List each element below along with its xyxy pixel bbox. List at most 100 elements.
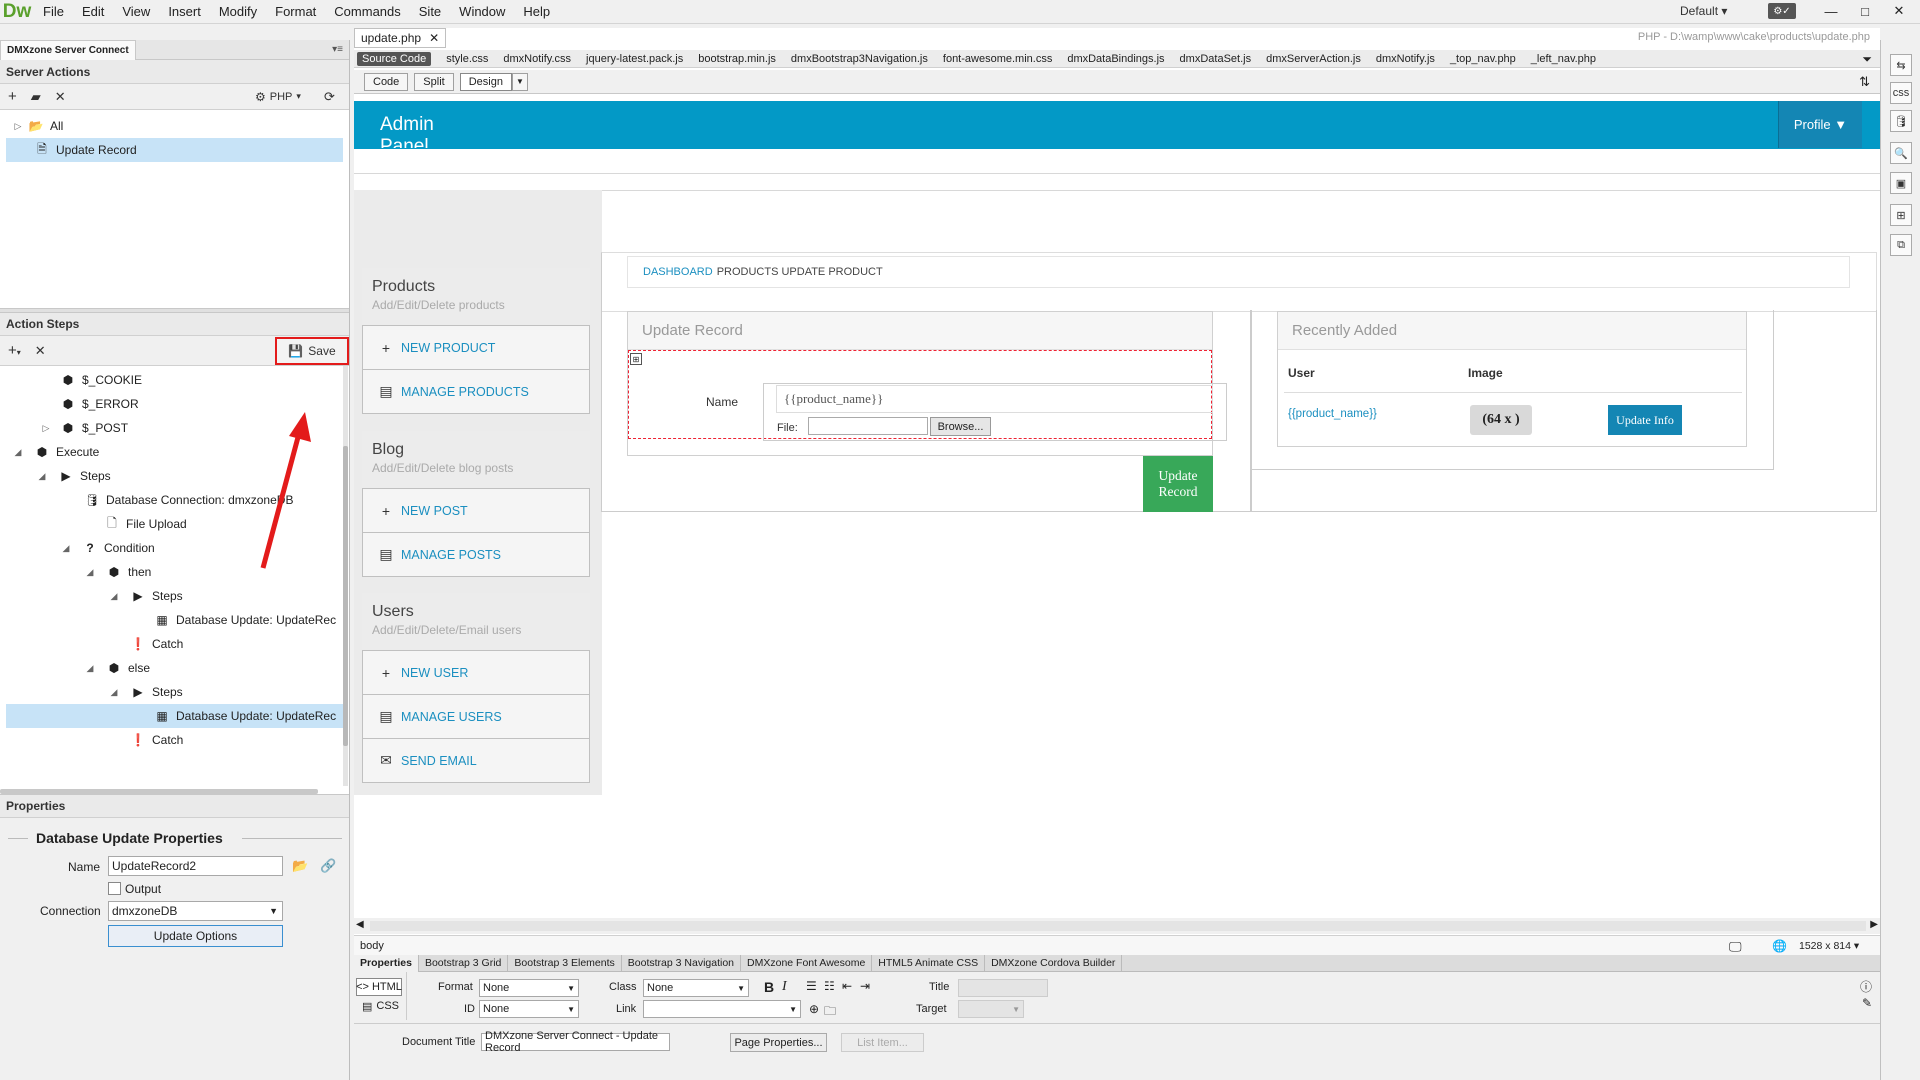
window-size[interactable]: 1528 x 814 ▾ (1799, 940, 1859, 952)
folder-icon[interactable]: ▰ (31, 89, 41, 105)
browse-button[interactable]: Browse... (930, 417, 991, 436)
name-input[interactable]: UpdateRecord2 (108, 856, 283, 876)
menu-window[interactable]: Window (450, 4, 514, 19)
html-mode-button[interactable]: <> HTML (356, 978, 402, 996)
expand-arrow-icon[interactable]: ▷ (36, 423, 56, 434)
related-file[interactable]: dmxDataBindings.js (1067, 53, 1164, 65)
add-icon[interactable]: + (8, 88, 17, 105)
folder-open-icon[interactable]: 📂 (292, 858, 308, 874)
sort-icon[interactable]: ⇅ (1859, 74, 1870, 90)
split-view-button[interactable]: Split (414, 72, 454, 91)
link-icon[interactable]: 🔗 (320, 858, 336, 874)
nav-link-send-email[interactable]: ✉ SEND EMAIL (362, 738, 590, 783)
dom-panel-icon[interactable]: ⊞ (1890, 204, 1912, 226)
related-file[interactable]: dmxNotify.css (503, 53, 571, 65)
update-info-button[interactable]: Update Info (1608, 405, 1682, 435)
related-file[interactable]: font-awesome.min.css (943, 53, 1052, 65)
maximize-icon[interactable]: □ (1848, 0, 1882, 22)
update-record-submit-button[interactable]: Update Record (1143, 456, 1213, 512)
page-properties-button[interactable]: Page Properties... (730, 1033, 827, 1052)
output-checkbox[interactable] (108, 882, 121, 895)
scroll-left-icon[interactable]: ◀ (356, 919, 364, 930)
nav-link-new-user[interactable]: + NEW USER (362, 650, 590, 695)
bold-icon[interactable]: B (764, 979, 774, 995)
refresh-icon[interactable]: ⟳ (324, 89, 335, 105)
expand-arrow-icon[interactable]: ▷ (12, 121, 24, 132)
tab-bootstrap-navigation[interactable]: Bootstrap 3 Navigation (622, 954, 742, 972)
tree-step-selected[interactable]: ▦ Database Update: UpdateRec (6, 704, 344, 728)
related-file[interactable]: _left_nav.php (1531, 53, 1596, 65)
id-select[interactable]: None ▼ (479, 1000, 579, 1018)
tree-step[interactable]: 🛢 Database Connection: dmxzoneDB (0, 488, 349, 512)
related-file[interactable]: bootstrap.min.js (698, 53, 776, 65)
collapse-arrow-icon[interactable]: ◢ (108, 687, 120, 698)
css-mode-button[interactable]: ▤ CSS (362, 1000, 399, 1013)
assets-panel-icon[interactable]: ▣ (1890, 172, 1912, 194)
target-select[interactable]: ▼ (958, 1000, 1024, 1018)
tab-bootstrap-elements[interactable]: Bootstrap 3 Elements (508, 954, 622, 972)
collapse-arrow-icon[interactable]: ◢ (84, 663, 96, 674)
nav-link-manage-products[interactable]: ▤ MANAGE PRODUCTS (362, 369, 590, 414)
document-title-input[interactable]: DMXzone Server Connect - Update Record (481, 1030, 670, 1054)
help-icon[interactable]: ⓘ (1860, 978, 1872, 995)
browse-folder-icon[interactable]: 🗀 (824, 1002, 836, 1023)
css-panel-icon[interactable]: css (1890, 82, 1912, 104)
menu-commands[interactable]: Commands (325, 4, 409, 19)
collapse-arrow-icon[interactable]: ◢ (36, 471, 48, 482)
tab-cordova-builder[interactable]: DMXzone Cordova Builder (985, 954, 1123, 972)
nav-link-manage-posts[interactable]: ▤ MANAGE POSTS (362, 532, 590, 577)
menu-format[interactable]: Format (266, 4, 325, 19)
format-select[interactable]: None ▼ (479, 979, 579, 997)
tab-animate-css[interactable]: HTML5 Animate CSS (872, 954, 986, 972)
chevron-down-icon[interactable]: ▼ (511, 72, 528, 91)
files-panel-icon[interactable]: ⇆ (1890, 54, 1912, 76)
collapse-arrow-icon[interactable]: ◢ (108, 591, 120, 602)
list-item-button[interactable]: List Item... (841, 1033, 924, 1052)
save-button[interactable]: 💾 Save (275, 337, 349, 365)
related-file[interactable]: dmxServerAction.js (1266, 53, 1361, 65)
tab-font-awesome[interactable]: DMXzone Font Awesome (741, 954, 873, 972)
nav-link-new-post[interactable]: + NEW POST (362, 488, 590, 533)
tree-step[interactable]: ◢ ▶ Steps (0, 680, 349, 704)
collapse-arrow-icon[interactable]: ◢ (12, 447, 24, 458)
tree-step[interactable]: ◢ ⬢ then (0, 560, 349, 584)
tree-step[interactable]: ❗ Catch (0, 632, 349, 656)
ordered-list-icon[interactable]: ☷ (824, 979, 835, 993)
tree-step[interactable]: ⬢ $_COOKIE (0, 368, 349, 392)
tree-item-all[interactable]: ▷ 📂 All (0, 114, 349, 138)
tree-step[interactable]: ▦ Database Update: UpdateRec (0, 608, 349, 632)
related-file-source[interactable]: Source Code (357, 51, 432, 66)
edit-icon[interactable]: ✎ (1862, 996, 1872, 1010)
tree-step[interactable]: ◢? Condition (0, 536, 349, 560)
nav-link-manage-users[interactable]: ▤ MANAGE USERS (362, 694, 590, 739)
tree-step[interactable]: ◢ ⬢ Execute (0, 440, 349, 464)
database-panel-icon[interactable]: 🛢 (1890, 110, 1912, 132)
close-icon[interactable]: ✕ (1882, 0, 1916, 22)
point-to-file-icon[interactable]: ⊕ (809, 1002, 819, 1016)
collapse-arrow-icon[interactable]: ◢ (60, 543, 72, 554)
related-file[interactable]: dmxDataSet.js (1180, 53, 1252, 65)
search-icon[interactable]: 🔍 (1890, 142, 1912, 164)
tree-step[interactable]: ◢ ⬢ else (0, 656, 349, 680)
link-input[interactable]: ▼ (643, 1000, 801, 1018)
related-file[interactable]: style.css (446, 53, 488, 65)
tree-step[interactable]: ⬢ $_ERROR (0, 392, 349, 416)
panel-menu-icon[interactable]: ▾≡ (332, 44, 343, 55)
collapse-arrow-icon[interactable]: ◢ (84, 567, 96, 578)
design-view-button[interactable]: Design (459, 72, 512, 91)
scroll-right-icon[interactable]: ▶ (1870, 919, 1878, 930)
panel-tab-server-connect[interactable]: DMXzone Server Connect (0, 39, 136, 60)
related-file[interactable]: dmxNotify.js (1376, 53, 1435, 65)
tree-step[interactable]: ◢ ▶ Steps (0, 464, 349, 488)
document-tab[interactable]: update.php ✕ (354, 28, 447, 48)
tree-hscrollbar[interactable] (0, 789, 318, 794)
menu-view[interactable]: View (113, 4, 159, 19)
menu-edit[interactable]: Edit (73, 4, 113, 19)
outdent-icon[interactable]: ⇤ (842, 979, 852, 993)
breadcrumb-dashboard-link[interactable]: DASHBOARD (643, 266, 713, 278)
menu-help[interactable]: Help (514, 4, 559, 19)
tree-step[interactable]: 🗋 File Upload (0, 512, 349, 536)
code-view-button[interactable]: Code (364, 72, 409, 91)
file-path-input[interactable] (808, 417, 928, 435)
nav-link-new-product[interactable]: + NEW PRODUCT (362, 325, 590, 370)
